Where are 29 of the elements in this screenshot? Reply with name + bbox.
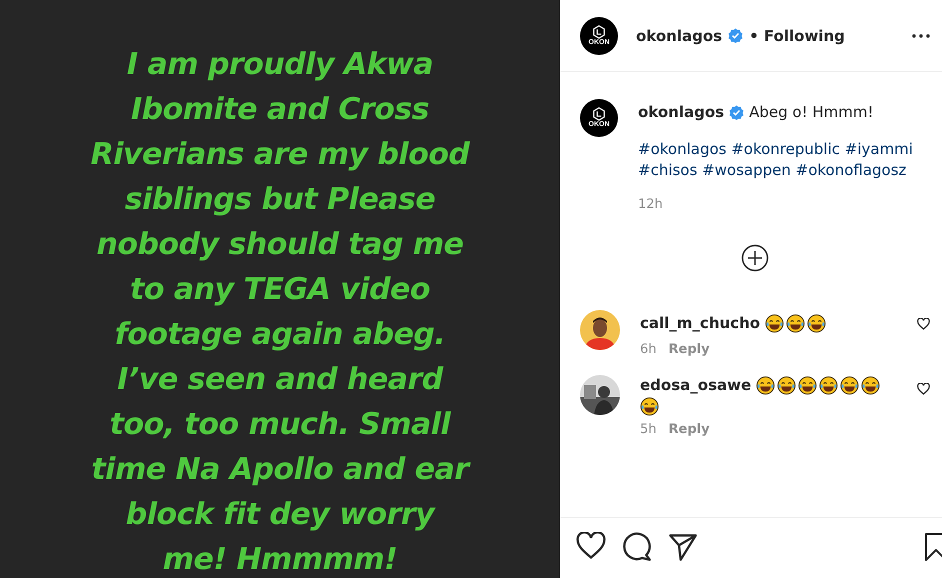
bookmark-icon[interactable]	[924, 532, 942, 562]
laughing-tears-face-icon	[861, 376, 880, 394]
laughing-tears-face-icon	[807, 314, 826, 332]
laughing-tears-face-icon	[777, 376, 796, 394]
username-link[interactable]: call_m_chucho	[640, 313, 760, 333]
username-link[interactable]: okonlagos	[636, 26, 722, 44]
comment-time: 5h	[640, 422, 657, 437]
caption-text: Abeg o! Hmmm!	[749, 102, 874, 122]
laughing-tears-face-icon	[756, 376, 776, 394]
comment-time: 6h	[640, 342, 657, 357]
username-link[interactable]: edosa_osawe	[640, 375, 752, 395]
laughing-tears-face-icon	[798, 376, 818, 394]
username-link[interactable]: okonlagos	[638, 102, 724, 122]
like-heart-icon[interactable]	[917, 383, 930, 395]
laughing-tears-face-icon	[765, 314, 784, 332]
like-heart-icon[interactable]	[917, 318, 930, 330]
load-more-icon[interactable]	[741, 244, 769, 272]
more-options-icon[interactable]	[912, 34, 930, 38]
laughing-tears-face-icon	[786, 314, 806, 332]
laughing-tears-face-icon	[840, 376, 860, 394]
laughing-tears-face-icon	[640, 397, 659, 416]
laughing-tears-face-icon	[819, 376, 838, 394]
following-status[interactable]: • Following	[749, 26, 845, 44]
like-heart-icon[interactable]	[576, 532, 606, 560]
share-plane-icon[interactable]	[668, 532, 698, 562]
post-time: 12h	[638, 197, 664, 212]
post-text: I am proudly Akwa Ibomite and Cross Riverians are my blood siblings but Please nobody should tag me to any TEGA video footage again abeg. I’ve seen and heard too, too much. Small time Na Apollo and ear block fit dey worry me! Hmmmm!	[90, 46, 470, 578]
comment-icon[interactable]	[622, 532, 652, 562]
hashtags-text[interactable]: #okonlagos #okonrepublic #iyammi #chisos #wosappen #okonoflagosz	[638, 139, 930, 181]
